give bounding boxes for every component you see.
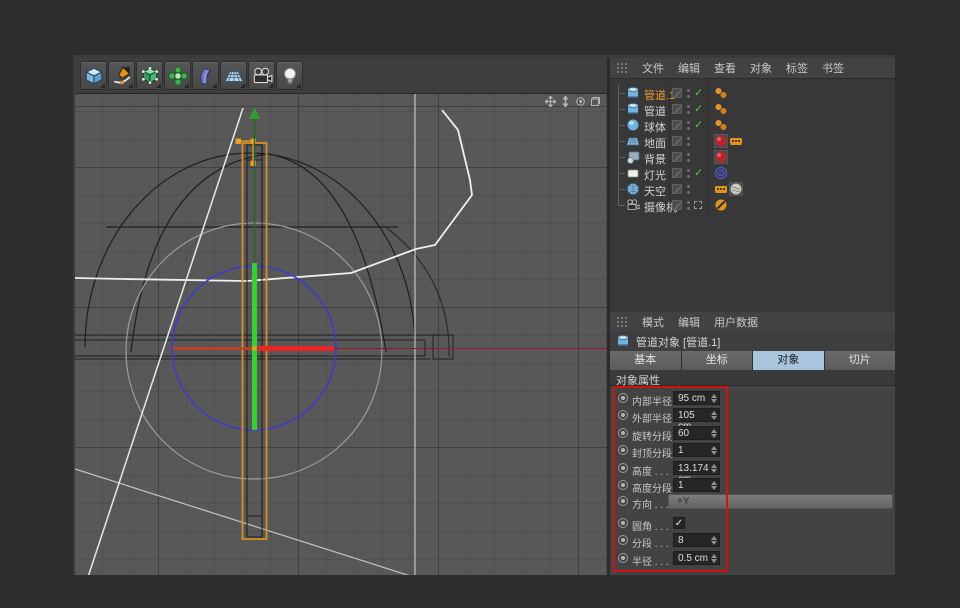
main-toolbar bbox=[75, 58, 607, 94]
layer-toggle-icon[interactable] bbox=[672, 88, 682, 98]
pan-icon[interactable] bbox=[545, 96, 556, 107]
sky-object-icon bbox=[626, 182, 640, 196]
layer-toggle-icon[interactable] bbox=[672, 168, 682, 178]
menu-edit[interactable]: 编辑 bbox=[678, 314, 700, 330]
axis-origin-dot bbox=[252, 346, 256, 350]
visibility-dots-icon[interactable] bbox=[687, 137, 690, 146]
visibility-dots-icon[interactable] bbox=[687, 89, 690, 98]
menu-file[interactable]: 文件 bbox=[642, 60, 664, 76]
layer-toggle-icon[interactable] bbox=[672, 152, 682, 162]
sphere-right-arc bbox=[387, 228, 449, 357]
visibility-dots-icon[interactable] bbox=[687, 105, 690, 114]
viewport-3d[interactable] bbox=[75, 94, 607, 575]
viewport-nav-icons bbox=[545, 96, 601, 107]
zoom-icon[interactable] bbox=[560, 96, 571, 107]
compositing-tag-icon[interactable] bbox=[714, 182, 728, 196]
light-object-icon bbox=[626, 166, 640, 180]
crosshair-icon[interactable] bbox=[694, 201, 702, 209]
y-axis-arrowhead bbox=[249, 107, 260, 119]
material-tag-icon[interactable] bbox=[714, 150, 728, 164]
object-row-tube[interactable]: 管道 ✓ bbox=[610, 101, 895, 117]
attribute-tabs: 基本 坐标 对象 切片 bbox=[610, 351, 895, 370]
scene-wireframe bbox=[75, 94, 607, 575]
layer-toggle-icon[interactable] bbox=[672, 200, 682, 210]
menu-tags[interactable]: 标签 bbox=[786, 60, 808, 76]
object-row-sky[interactable]: 天空 bbox=[610, 181, 895, 197]
grip-icon[interactable] bbox=[616, 62, 628, 74]
enabled-check-icon[interactable]: ✓ bbox=[694, 166, 703, 179]
phong-tag-icon[interactable] bbox=[714, 118, 728, 132]
tube-object-icon bbox=[626, 102, 640, 116]
visibility-dots-icon[interactable] bbox=[687, 121, 690, 130]
axis-gizmo[interactable] bbox=[173, 107, 607, 430]
object-row-light[interactable]: 灯光 ✓ bbox=[610, 165, 895, 181]
spline-pen-tool-button[interactable] bbox=[108, 61, 135, 90]
forbidden-tag-icon[interactable] bbox=[714, 198, 728, 212]
enabled-check-icon[interactable]: ✓ bbox=[694, 86, 703, 99]
layer-toggle-icon[interactable] bbox=[672, 120, 682, 130]
sphere-dome-wireframe bbox=[85, 153, 415, 352]
floor-environment-tool-button[interactable] bbox=[220, 61, 247, 90]
compositing-tag-icon[interactable] bbox=[729, 134, 743, 148]
object-row-tube1[interactable]: 管道.1 ✓ bbox=[610, 85, 895, 101]
camera-object-icon bbox=[626, 198, 640, 212]
tube-object-icon bbox=[616, 334, 630, 348]
sphere-object-icon bbox=[626, 118, 640, 132]
enabled-check-icon[interactable]: ✓ bbox=[694, 118, 703, 131]
subdivision-surface-tool-button[interactable] bbox=[136, 61, 163, 90]
tube-object-icon bbox=[626, 86, 640, 100]
attribute-manager-menubar: 模式 编辑 用户数据 bbox=[610, 312, 895, 333]
object-row-floor[interactable]: 地面 bbox=[610, 133, 895, 149]
phong-tag-icon[interactable] bbox=[714, 102, 728, 116]
attribute-title-row: 管道对象 [管道.1] bbox=[610, 331, 895, 351]
texture-tag-icon[interactable] bbox=[729, 182, 743, 196]
bend-deformer-tool-button[interactable] bbox=[192, 61, 219, 90]
enabled-check-icon[interactable]: ✓ bbox=[694, 102, 703, 115]
tab-slice[interactable]: 切片 bbox=[825, 351, 896, 370]
material-tag-icon[interactable] bbox=[714, 134, 728, 148]
section-header[interactable]: 对象属性 bbox=[610, 370, 895, 386]
rings-tag-icon[interactable] bbox=[714, 166, 728, 180]
floor-object-icon bbox=[626, 134, 640, 148]
layer-toggle-icon[interactable] bbox=[672, 104, 682, 114]
menu-objects[interactable]: 对象 bbox=[750, 60, 772, 76]
visibility-dots-icon[interactable] bbox=[687, 169, 690, 178]
layer-toggle-icon[interactable] bbox=[672, 184, 682, 194]
object-row-camera[interactable]: 摄像机 bbox=[610, 197, 895, 213]
white-diagonal-line bbox=[88, 108, 243, 575]
menu-mode[interactable]: 模式 bbox=[642, 314, 664, 330]
tab-object[interactable]: 对象 bbox=[753, 351, 824, 370]
menu-user-data[interactable]: 用户数据 bbox=[714, 314, 758, 330]
background-object-icon bbox=[626, 150, 640, 164]
red-highlight-annotation bbox=[613, 386, 728, 572]
white-curve-line bbox=[75, 110, 472, 281]
visibility-dots-icon[interactable] bbox=[687, 201, 690, 210]
grip-icon[interactable] bbox=[616, 316, 628, 328]
rotate-icon[interactable] bbox=[575, 96, 586, 107]
object-row-sphere[interactable]: 球体 ✓ bbox=[610, 117, 895, 133]
object-manager-menubar: 文件 编辑 查看 对象 标签 书签 bbox=[610, 58, 895, 79]
light-tool-button[interactable] bbox=[276, 61, 303, 90]
maximize-icon[interactable] bbox=[590, 96, 601, 107]
tab-coordinates[interactable]: 坐标 bbox=[682, 351, 753, 370]
object-title: 管道对象 [管道.1] bbox=[636, 334, 720, 350]
cube-primitive-tool-button[interactable] bbox=[80, 61, 107, 90]
phong-tag-icon[interactable] bbox=[714, 86, 728, 100]
visibility-dots-icon[interactable] bbox=[687, 185, 690, 194]
array-generator-tool-button[interactable] bbox=[164, 61, 191, 90]
menu-edit[interactable]: 编辑 bbox=[678, 60, 700, 76]
app-screenshot: 文件 编辑 查看 对象 标签 书签 管道.1 ✓ 管道 ✓ bbox=[0, 0, 960, 608]
object-row-background[interactable]: 背景 bbox=[610, 149, 895, 165]
menu-bookmarks[interactable]: 书签 bbox=[822, 60, 844, 76]
camera-tool-button[interactable] bbox=[248, 61, 275, 90]
visibility-dots-icon[interactable] bbox=[687, 153, 690, 162]
tab-basic[interactable]: 基本 bbox=[610, 351, 681, 370]
layer-toggle-icon[interactable] bbox=[672, 136, 682, 146]
menu-view[interactable]: 查看 bbox=[714, 60, 736, 76]
